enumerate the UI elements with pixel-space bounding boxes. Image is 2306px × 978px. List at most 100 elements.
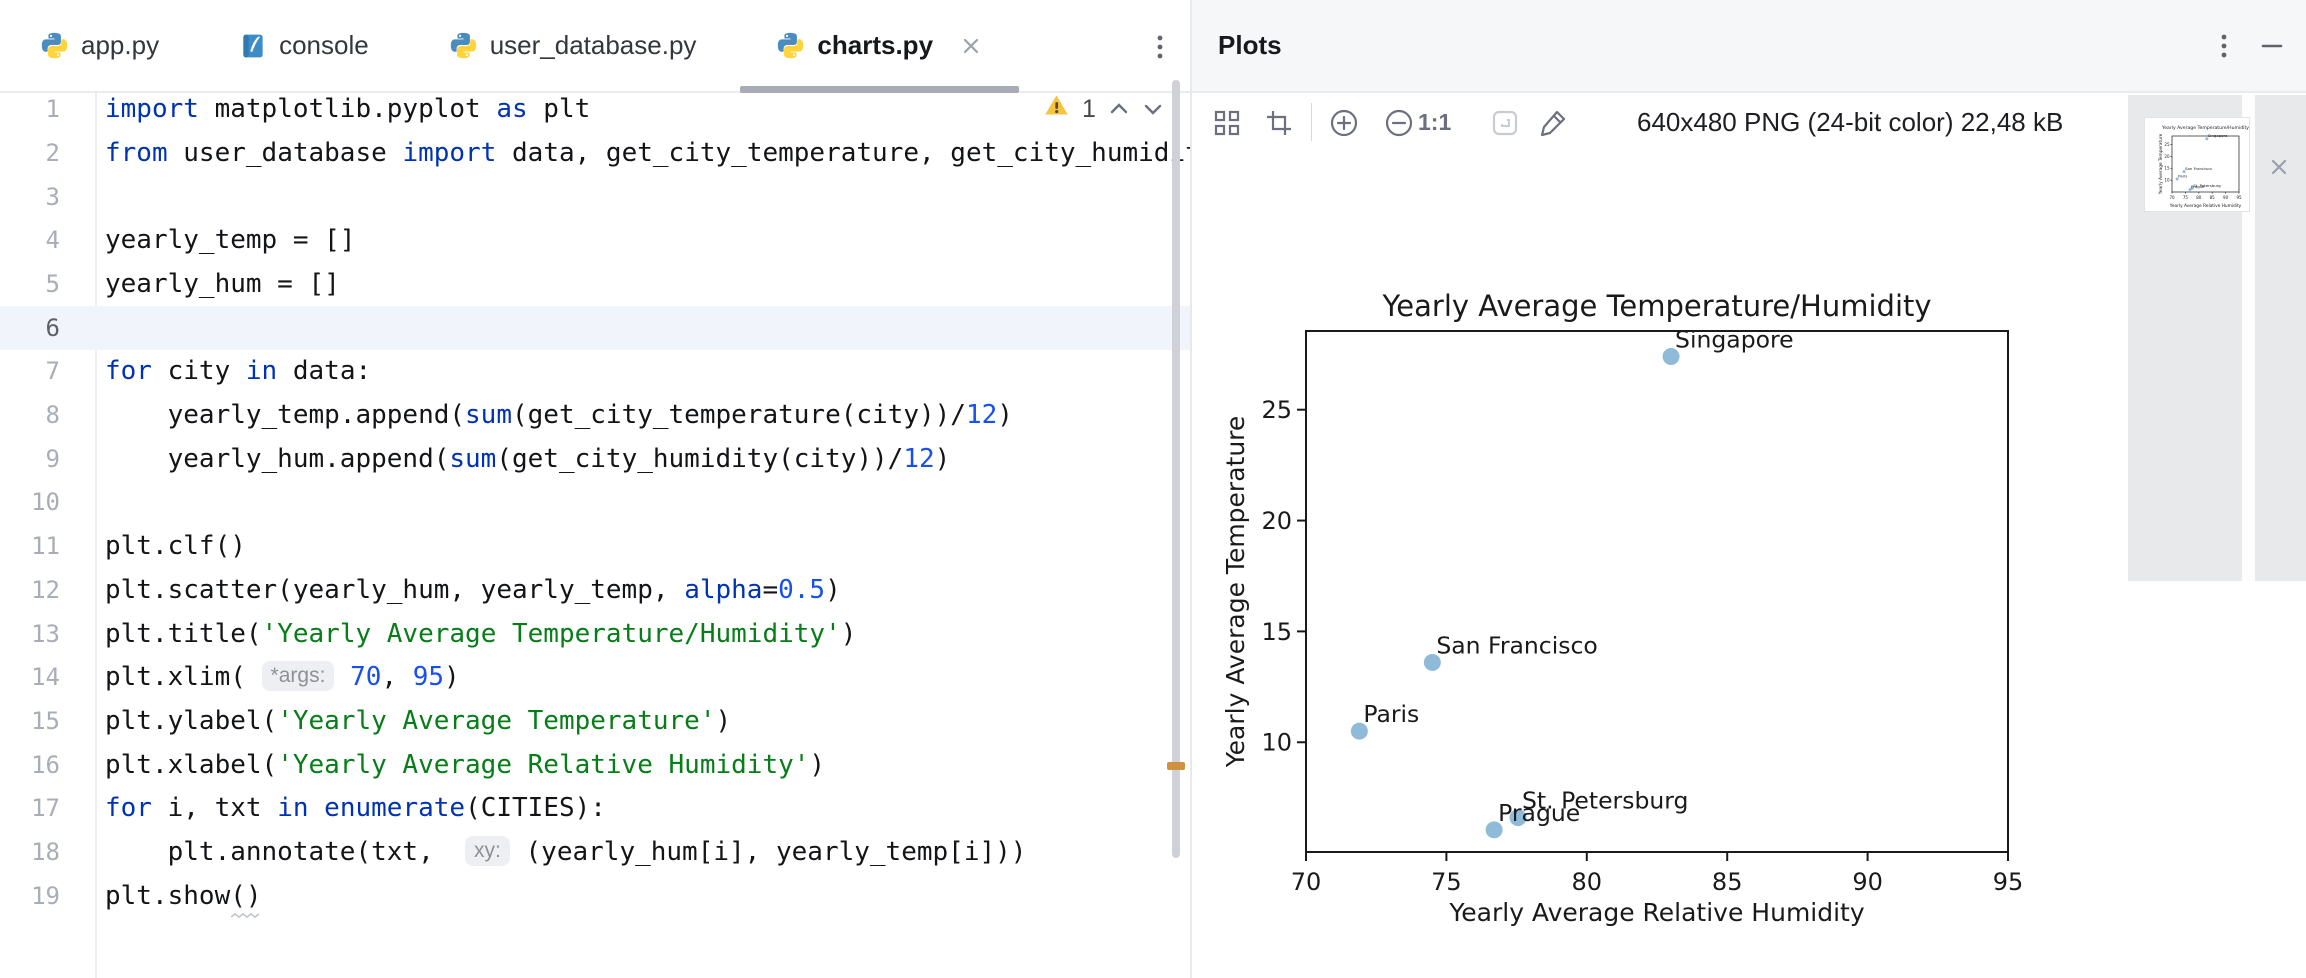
- code-text: plt.xlim( *args: 70, 95): [105, 655, 460, 699]
- code-text: plt.clf(): [105, 524, 246, 568]
- x-tick-label: 85: [2210, 195, 2216, 200]
- editor-scrollbar-thumb[interactable]: [1172, 80, 1180, 858]
- code-line-15[interactable]: 15plt.ylabel('Yearly Average Temperature…: [0, 699, 1190, 743]
- y-tick-label: 20: [2164, 154, 2170, 159]
- plot-box: [1306, 331, 2008, 852]
- plots-tool-window: Plots 1:1 640x480 PNG (24-bit color) 22,…: [1192, 0, 2306, 978]
- code-line-1[interactable]: 1import matplotlib.pyplot as plt: [0, 93, 1190, 131]
- code-line-19[interactable]: 19 plt.show(): [0, 874, 1190, 918]
- x-tick-label: 70: [2169, 195, 2175, 200]
- code-line-10[interactable]: 10: [0, 480, 1190, 524]
- x-tick-label: 95: [1993, 868, 2024, 896]
- x-tick-label: 85: [1712, 868, 1743, 896]
- plot-image: Yearly Average Temperature/Humidity70758…: [1192, 150, 2130, 978]
- line-number: 12: [0, 568, 60, 612]
- code-line-6[interactable]: 6: [0, 306, 1190, 350]
- code-text: plt.scatter(yearly_hum, yearly_temp, alp…: [105, 568, 841, 612]
- code-line-11[interactable]: 11plt.clf(): [0, 524, 1190, 568]
- weak-warning-squiggle: [231, 913, 259, 919]
- code-text: for city in data:: [105, 349, 371, 393]
- code-line-3[interactable]: 3: [0, 175, 1190, 219]
- point-annotation: Singapore: [1675, 325, 1794, 353]
- code-line-16[interactable]: 16 plt.xlabel('Yearly Average Relative Hu…: [0, 743, 1190, 787]
- code-text: plt.xlabel('Yearly Average Relative Humi…: [105, 743, 825, 787]
- line-number: 4: [0, 218, 60, 262]
- inspection-widget: 1: [1043, 94, 1164, 124]
- x-tick-label: 70: [1291, 868, 1322, 896]
- warning-count: 1: [1082, 95, 1096, 124]
- close-thumbnail-icon[interactable]: [2264, 152, 2294, 182]
- code-text: plt.title('Yearly Average Temperature/Hu…: [105, 612, 856, 656]
- tab-console[interactable]: console: [199, 0, 409, 91]
- chart-title: Yearly Average Temperature/Humidity: [2161, 125, 2249, 131]
- scatter-chart: Yearly Average Temperature/Humidity70758…: [1192, 0, 2130, 978]
- code-line-13[interactable]: 13 plt.title('Yearly Average Temperature/…: [0, 612, 1190, 656]
- code-text: for i, txt in enumerate(CITIES):: [105, 786, 606, 830]
- tab-app-py[interactable]: app.py: [0, 0, 199, 91]
- point-annotation: Paris: [2178, 174, 2187, 179]
- code-line-12[interactable]: 12 plt.scatter(yearly_hum, yearly_temp, a…: [0, 568, 1190, 612]
- point-annotation: Paris: [1363, 700, 1419, 728]
- code-line-17[interactable]: 17 for i, txt in enumerate(CITIES):: [0, 786, 1190, 830]
- x-tick-label: 75: [2183, 195, 2189, 200]
- tab-label: user_database.py: [490, 30, 697, 61]
- warning-stripe-mark[interactable]: [1167, 762, 1185, 770]
- y-tick-label: 20: [1261, 507, 1292, 535]
- next-problem-chevron-down-icon[interactable]: [1142, 95, 1164, 124]
- inlay-hint: *args:: [262, 661, 335, 691]
- code-line-8[interactable]: 8 yearly_temp.append(sum(get_city_temper…: [0, 393, 1190, 437]
- line-number: 15: [0, 699, 60, 743]
- code-text: yearly_temp = []: [105, 218, 355, 262]
- y-tick-label: 25: [2164, 142, 2170, 147]
- line-number: 17: [0, 786, 60, 830]
- point-annotation: San Francisco: [2185, 166, 2212, 171]
- plots-options-kebab-icon[interactable]: [2206, 28, 2242, 64]
- point-annotation: San Francisco: [1436, 631, 1597, 659]
- thumbnail-chart: Yearly Average Temperature/Humidity 70 75 8…: [2145, 118, 2249, 211]
- line-number: 19: [0, 874, 60, 918]
- code-text: plt.show(): [105, 874, 262, 918]
- warning-icon: [1043, 92, 1070, 126]
- tab-label: app.py: [81, 30, 159, 61]
- tab-label: console: [279, 30, 369, 61]
- code-line-18[interactable]: 18 plt.annotate(txt, xy: (yearly_hum[i],…: [0, 830, 1190, 874]
- close-tab-icon[interactable]: [959, 34, 983, 58]
- plot-thumbnail-selected[interactable]: Yearly Average Temperature/Humidity 70 75 8…: [2144, 117, 2250, 212]
- x-tick-label: 80: [2196, 195, 2202, 200]
- minimize-icon[interactable]: [2252, 28, 2292, 64]
- code-line-4[interactable]: 4 yearly_temp = []: [0, 218, 1190, 262]
- x-tick-label: 90: [1852, 868, 1883, 896]
- x-axis-label: Yearly Average Relative Humidity: [1448, 898, 1865, 927]
- tab-charts-py[interactable]: charts.py: [736, 0, 1023, 91]
- python-file-icon: [449, 31, 478, 60]
- code-line-5[interactable]: 5 yearly_hum = []: [0, 262, 1190, 306]
- line-number: 8: [0, 393, 60, 437]
- code-line-7[interactable]: 7 for city in data:: [0, 349, 1190, 393]
- ide-window: app.py console user_database.py charts.py 1…: [0, 0, 2306, 978]
- point-annotation: Prague: [2191, 184, 2205, 189]
- code-text: yearly_temp.append(sum(get_city_temperat…: [105, 393, 1013, 437]
- console-icon: [239, 32, 267, 60]
- tab-user-database-py[interactable]: user_database.py: [409, 0, 737, 91]
- code-line-9[interactable]: 9 yearly_hum.append(sum(get_city_humidit…: [0, 437, 1190, 481]
- code-text: from user_database import data, get_city…: [105, 131, 1190, 175]
- code-text: yearly_hum = []: [105, 262, 340, 306]
- code-text: yearly_hum.append(sum(get_city_humidity(…: [105, 437, 950, 481]
- line-number: 7: [0, 349, 60, 393]
- y-tick-label: 15: [1261, 618, 1292, 646]
- code-line-2[interactable]: 2from user_database import data, get_cit…: [0, 131, 1190, 175]
- code-editor[interactable]: 1import matplotlib.pyplot as plt2from us…: [0, 93, 1190, 978]
- previous-problem-chevron-up-icon[interactable]: [1108, 95, 1130, 124]
- y-tick-label: 10: [2164, 178, 2170, 183]
- x-tick-label: 95: [2236, 195, 2242, 200]
- line-number: 9: [0, 437, 60, 481]
- x-tick-label: 75: [1431, 868, 1462, 896]
- code-text: plt.annotate(txt, xy: (yearly_hum[i], ye…: [105, 830, 1026, 874]
- line-number: 5: [0, 262, 60, 306]
- line-number: 14: [0, 655, 60, 699]
- line-number: 13: [0, 612, 60, 656]
- y-tick-label: 15: [2164, 166, 2170, 171]
- code-line-14[interactable]: 14 plt.xlim( *args: 70, 95): [0, 655, 1190, 699]
- line-number: 16: [0, 743, 60, 787]
- python-file-icon: [776, 31, 805, 60]
